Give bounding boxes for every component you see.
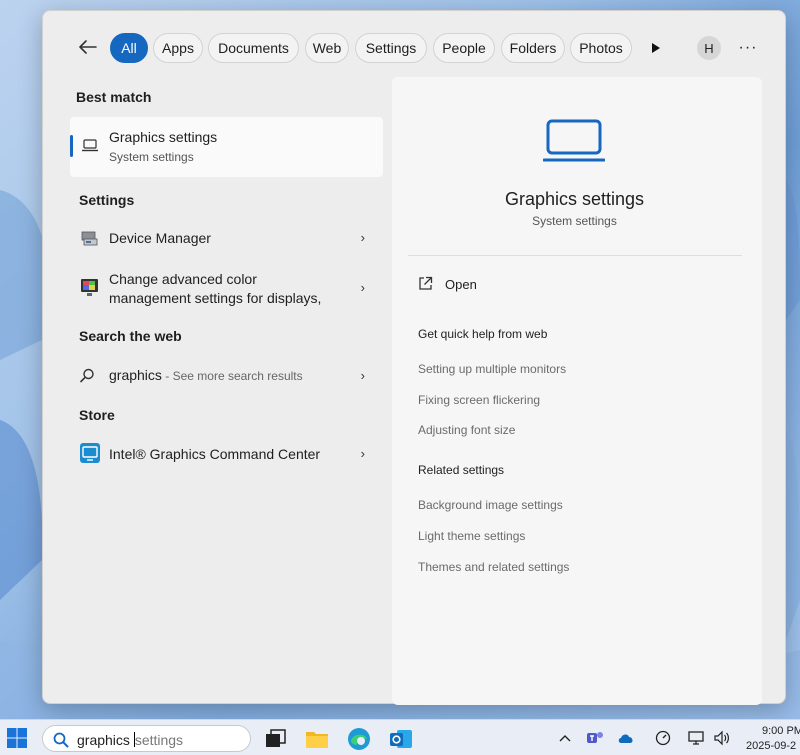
- open-label: Open: [445, 277, 477, 292]
- best-match-subtitle: System settings: [109, 150, 194, 164]
- taskbar: graphics settings 9:00 PM 2025-09-2: [0, 719, 800, 755]
- filter-tabs: All Apps Documents Web Settings People F…: [43, 11, 787, 73]
- help-link-flickering[interactable]: Fixing screen flickering: [418, 393, 540, 407]
- selection-indicator: [70, 135, 73, 157]
- result-web-search[interactable]: graphics - See more search results ›: [70, 363, 383, 389]
- chevron-right-icon: ›: [360, 230, 365, 245]
- teams-icon: [587, 732, 603, 743]
- preview-subtitle: System settings: [532, 214, 617, 228]
- web-search-label: graphics - See more search results: [109, 366, 303, 386]
- color-management-label-line1: Change advanced color: [109, 271, 257, 287]
- more-tabs-button[interactable]: [645, 37, 667, 59]
- laptop-icon: [543, 119, 605, 162]
- chevron-right-icon: ›: [360, 280, 365, 295]
- more-options-button[interactable]: ···: [737, 37, 759, 59]
- onedrive-tray-button[interactable]: [616, 728, 636, 748]
- web-search-hint: - See more search results: [161, 369, 303, 383]
- web-search-query: graphics: [109, 367, 162, 383]
- search-suggestion-text: settings: [134, 732, 184, 748]
- taskbar-clock[interactable]: 9:00 PM 2025-09-2: [740, 724, 800, 754]
- back-arrow-icon: [79, 40, 97, 54]
- clock-time: 9:00 PM: [762, 725, 800, 737]
- open-external-icon: [419, 276, 433, 290]
- tab-all[interactable]: All: [110, 33, 148, 63]
- preview-title: Graphics settings: [504, 189, 645, 209]
- volume-tray-button[interactable]: [712, 728, 732, 748]
- intel-app-icon: [80, 443, 100, 463]
- search-icon: [80, 368, 94, 383]
- speaker-icon: [714, 730, 729, 746]
- gauge-icon: [655, 730, 671, 746]
- related-link-background[interactable]: Background image settings: [418, 498, 563, 512]
- tab-apps[interactable]: Apps: [153, 33, 203, 63]
- related-link-themes[interactable]: Themes and related settings: [418, 560, 569, 574]
- network-tray-button[interactable]: [686, 728, 706, 748]
- tab-people[interactable]: People: [433, 33, 495, 63]
- color-management-label-line2: management settings for displays,: [109, 290, 322, 306]
- outlook-icon[interactable]: [388, 726, 414, 752]
- task-view-icon[interactable]: [262, 726, 288, 752]
- tab-folders[interactable]: Folders: [501, 33, 565, 63]
- network-icon: [688, 731, 704, 745]
- best-match-result[interactable]: Graphics settings System settings: [70, 117, 383, 177]
- onedrive-cloud-icon: [618, 734, 633, 743]
- taskbar-search-input[interactable]: graphics settings: [42, 725, 251, 752]
- account-avatar[interactable]: H: [697, 36, 721, 60]
- tab-documents[interactable]: Documents: [208, 33, 299, 63]
- clock-date: 2025-09-2: [746, 740, 797, 752]
- tab-web[interactable]: Web: [305, 33, 349, 63]
- result-intel-command-center[interactable]: Intel® Graphics Command Center ›: [70, 441, 383, 467]
- best-match-title: Graphics settings: [109, 129, 218, 145]
- back-button[interactable]: [77, 37, 99, 57]
- windows-start-button[interactable]: [5, 726, 29, 750]
- tab-photos[interactable]: Photos: [570, 33, 632, 63]
- chevron-up-icon: [559, 735, 571, 742]
- show-hidden-icons-button[interactable]: [555, 728, 575, 748]
- result-device-manager[interactable]: Device Manager ›: [70, 225, 383, 251]
- color-management-icon: [81, 279, 98, 296]
- help-link-monitors[interactable]: Setting up multiple monitors: [418, 362, 566, 376]
- help-link-font-size[interactable]: Adjusting font size: [418, 423, 515, 437]
- start-search-panel: All Apps Documents Web Settings People F…: [42, 10, 787, 705]
- chevron-right-icon: ›: [360, 368, 365, 383]
- search-web-heading: Search the web: [79, 328, 182, 344]
- best-match-heading: Best match: [76, 89, 152, 105]
- performance-tray-button[interactable]: [653, 728, 673, 748]
- related-link-light-theme[interactable]: Light theme settings: [418, 529, 525, 543]
- settings-heading: Settings: [79, 192, 135, 208]
- divider: [408, 255, 742, 256]
- store-heading: Store: [79, 407, 115, 423]
- teams-tray-button[interactable]: [585, 728, 605, 748]
- edge-browser-icon[interactable]: [346, 726, 372, 752]
- device-manager-icon: [81, 231, 98, 246]
- file-explorer-icon[interactable]: [304, 726, 330, 752]
- laptop-icon: [82, 139, 98, 152]
- device-manager-label: Device Manager: [109, 230, 211, 246]
- related-settings-heading: Related settings: [418, 463, 505, 477]
- intel-command-center-label: Intel® Graphics Command Center: [109, 446, 321, 462]
- chevron-right-icon: ›: [360, 446, 365, 461]
- tab-settings[interactable]: Settings: [355, 33, 427, 63]
- preview-pane: Graphics settings System settings Open G…: [392, 77, 762, 705]
- play-icon: [652, 43, 660, 53]
- search-typed-text: graphics: [77, 732, 134, 748]
- result-color-management[interactable]: Change advanced color management setting…: [70, 268, 383, 310]
- search-icon: [53, 732, 69, 748]
- search-query-text: graphics settings: [77, 732, 183, 748]
- quick-help-heading: Get quick help from web: [418, 327, 548, 341]
